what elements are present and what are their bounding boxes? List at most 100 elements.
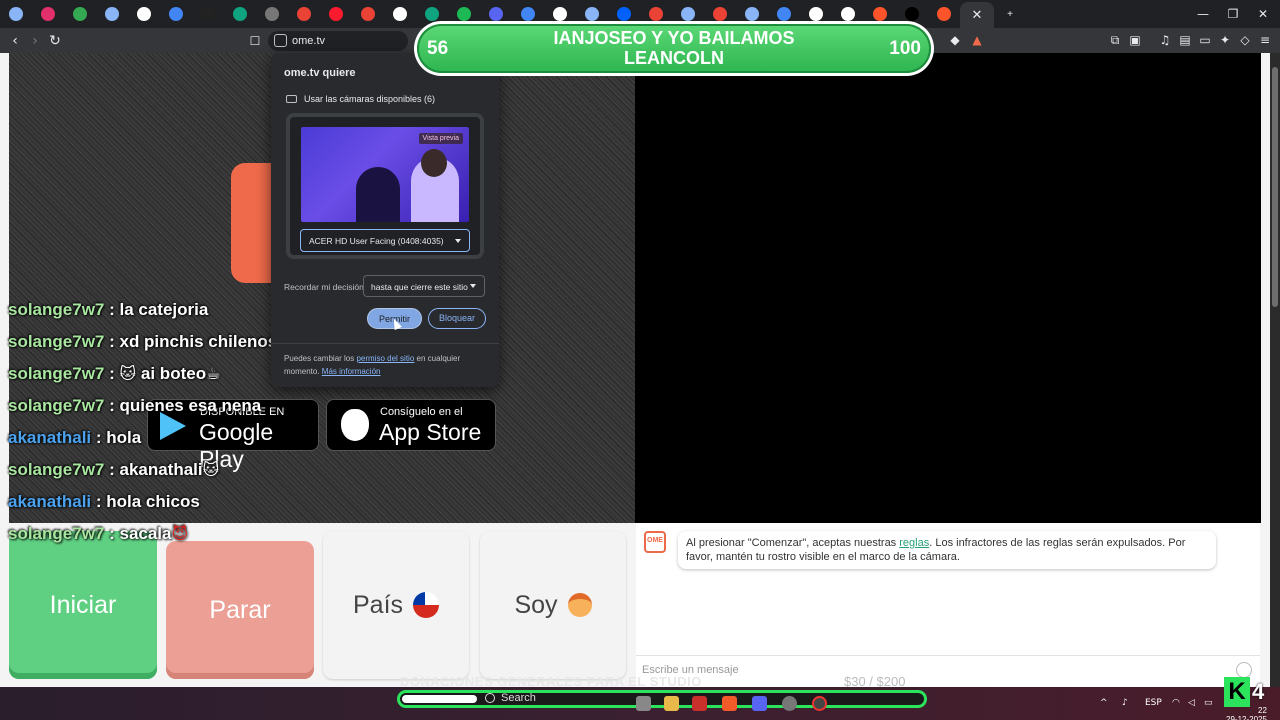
tab-brave-icon[interactable]: [928, 0, 960, 28]
tab-circle-icon[interactable]: [256, 0, 288, 28]
menu-icon[interactable]: ≡: [1256, 31, 1274, 49]
tab-star-icon[interactable]: [0, 0, 32, 28]
circle-icon: [265, 7, 279, 21]
wallet-icon[interactable]: ▭: [1196, 31, 1214, 49]
tray-chevron-icon[interactable]: ^: [1100, 698, 1108, 708]
star-icon: [681, 7, 695, 21]
brave-browser-icon[interactable]: [722, 696, 737, 711]
gender-button[interactable]: Soy: [480, 531, 626, 679]
chat-username: solange7w7: [8, 300, 105, 319]
stop-label: Parar: [209, 595, 271, 624]
tab-github-icon[interactable]: [128, 0, 160, 28]
leo-ai-icon[interactable]: ✦: [1216, 31, 1234, 49]
volume-icon[interactable]: ◁: [1188, 698, 1195, 708]
media-icon[interactable]: ♫: [1156, 31, 1174, 49]
taskbar-search[interactable]: Search: [485, 692, 536, 704]
camera-select[interactable]: ACER HD User Facing (0408:4035): [300, 229, 470, 252]
new-tab-button[interactable]: +: [994, 0, 1026, 28]
site-settings-icon[interactable]: [274, 34, 287, 47]
settings-icon[interactable]: [782, 696, 797, 711]
chat-username: akanathali: [8, 492, 92, 511]
microphone-icon[interactable]: ♪: [1122, 698, 1128, 708]
tab-headphones-icon[interactable]: [384, 0, 416, 28]
country-button[interactable]: País: [323, 531, 469, 679]
tab-search-icon[interactable]: [288, 0, 320, 28]
tab-drive-icon[interactable]: [64, 0, 96, 28]
scroll-thumb[interactable]: [1272, 67, 1278, 307]
camera-select-value: ACER HD User Facing (0408:4035): [309, 236, 444, 246]
cat-emoji-icon: 🐱: [119, 364, 137, 383]
preview-head: [421, 149, 447, 177]
obs-icon[interactable]: [812, 696, 827, 711]
brave-rewards-icon[interactable]: ▲: [968, 31, 986, 49]
youtube-app-icon[interactable]: [692, 696, 707, 711]
camera-icon: [286, 95, 297, 103]
sidebar-icon[interactable]: ▤: [1176, 31, 1194, 49]
vpn-icon[interactable]: ◇: [1236, 31, 1254, 49]
close-tab-button[interactable]: ✕: [960, 2, 994, 28]
poll-right-value: 100: [889, 38, 921, 59]
tab-search-icon[interactable]: [352, 0, 384, 28]
close-window-button[interactable]: ✕: [1248, 0, 1278, 28]
music-icon: [457, 7, 471, 21]
discord-icon[interactable]: [752, 696, 767, 711]
app-store-button[interactable]: Consíguelo en el App Store: [326, 399, 496, 451]
wifi-icon[interactable]: ◠: [1172, 698, 1180, 708]
donation-text: DONACIONES GENERALES PARA EL STUDIO: [400, 674, 702, 689]
remember-select[interactable]: hasta que cierre este sitio: [363, 275, 485, 297]
more-info-link[interactable]: Más información: [322, 367, 381, 376]
search-icon: [649, 7, 663, 21]
site-permission-link[interactable]: permiso del sitio: [356, 354, 414, 363]
block-button[interactable]: Bloquear: [428, 308, 486, 329]
chat-message: akanathali : hola chicos: [8, 492, 200, 512]
sound-icon: [809, 7, 823, 21]
chat-text: hola: [106, 428, 142, 447]
tab-opera-icon[interactable]: [320, 0, 352, 28]
file-explorer-icon[interactable]: [664, 696, 679, 711]
google-play-icon: [160, 412, 186, 440]
search-icon: [713, 7, 727, 21]
chat-username: solange7w7: [8, 460, 105, 479]
clock-time: 22: [1258, 706, 1267, 715]
mute-icon: [841, 7, 855, 21]
tab-star-icon[interactable]: [96, 0, 128, 28]
country-label: País: [352, 590, 404, 619]
preview-person-1: [356, 167, 400, 222]
forward-icon[interactable]: ›: [24, 30, 46, 52]
remember-value: hasta que cierre este sitio: [371, 282, 468, 292]
extensions-icon[interactable]: ⧉: [1106, 31, 1124, 49]
stop-button[interactable]: Parar: [166, 541, 314, 679]
page-scrollbar[interactable]: [1270, 53, 1280, 687]
rules-link[interactable]: reglas: [899, 537, 929, 549]
ssl-icon: [553, 7, 567, 21]
back-icon[interactable]: ‹: [4, 30, 26, 52]
maximize-button[interactable]: ❐: [1218, 0, 1248, 28]
screen: ✕ + — ❐ ✕ ‹ › ↻ ☐ ome.tv ◆ ▲ ⧉ ▣ ♫ ▤ ▭ ✦ …: [0, 0, 1280, 720]
tab-chrome-icon[interactable]: [160, 0, 192, 28]
bookmark-icon[interactable]: ☐: [244, 30, 266, 52]
screenshot-icon[interactable]: ▣: [1126, 31, 1144, 49]
chat-username: solange7w7: [8, 364, 105, 383]
minimize-button[interactable]: —: [1188, 0, 1218, 28]
task-view-icon[interactable]: [636, 696, 651, 711]
brave-shield-icon[interactable]: ◆: [946, 31, 964, 49]
emoji-icon[interactable]: [1236, 662, 1252, 678]
tab-openai-icon[interactable]: [224, 0, 256, 28]
chat-separator: :: [104, 396, 120, 415]
taskbar-clock: 22 29-12-2025: [1226, 706, 1267, 720]
gender-label: Soy: [514, 590, 558, 619]
camera-permission-text: Usar las cámaras disponibles (6): [304, 94, 436, 104]
start-button[interactable]: Iniciar: [9, 531, 157, 679]
chat-message: solange7w7 : quienes esa nena: [8, 396, 261, 416]
battery-icon[interactable]: ▭: [1204, 698, 1213, 708]
tab-instagram-icon[interactable]: [32, 0, 64, 28]
drive-icon: [73, 7, 87, 21]
instagram-icon: [41, 7, 55, 21]
chat-separator: :: [104, 332, 120, 351]
language-indicator[interactable]: ESP: [1145, 698, 1162, 708]
tab-terminal-icon[interactable]: [192, 0, 224, 28]
reload-icon[interactable]: ↻: [44, 30, 66, 52]
donation-progress-bar: [397, 690, 927, 708]
address-bar[interactable]: ome.tv: [268, 31, 408, 51]
chat-message: akanathali : hola: [8, 428, 141, 448]
